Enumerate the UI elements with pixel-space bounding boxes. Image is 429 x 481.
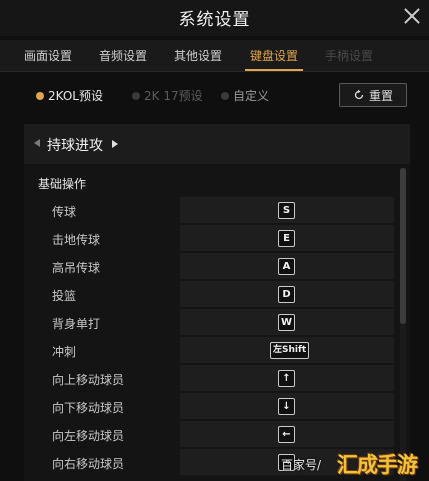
action-label: 传球	[52, 205, 77, 219]
action-label: 高吊传球	[52, 261, 101, 275]
tab-graphics[interactable]: 画面设置	[24, 47, 72, 64]
watermark-text: 百家号/	[281, 458, 322, 472]
active-tab-indicator	[245, 69, 303, 71]
watermark-logo: 汇成手游	[337, 453, 418, 477]
preset-2kol[interactable]: 2KOL预设	[36, 87, 103, 104]
scrollbar[interactable]	[400, 168, 406, 481]
action-label: 冲刺	[52, 345, 77, 359]
title-bar: 系统设置	[0, 0, 429, 36]
refresh-icon	[354, 89, 364, 100]
key-cap[interactable]: ↑	[278, 370, 295, 387]
action-label: 向下移动球员	[52, 401, 125, 415]
key-cap[interactable]: 左Shift	[270, 342, 310, 359]
keybinding-row: 向上移动球员 ↑	[24, 364, 396, 392]
settings-tabs: 画面设置 音频设置 其他设置 键盘设置 手柄设置	[0, 40, 429, 72]
preset-2k17[interactable]: 2K 17预设	[132, 87, 203, 104]
category-header: 持球进攻	[24, 124, 410, 164]
key-cap[interactable]: W	[278, 314, 295, 331]
keybinding-row: 高吊传球 A	[24, 252, 396, 280]
action-label: 背身单打	[52, 317, 101, 331]
close-icon[interactable]	[401, 5, 423, 27]
key-cap[interactable]: A	[278, 258, 295, 275]
reset-label: 重置	[368, 88, 393, 103]
keybinding-row: 背身单打 W	[24, 308, 396, 336]
action-label: 击地传球	[52, 233, 101, 247]
action-label: 向左移动球员	[52, 429, 125, 443]
keybinding-row: 向左移动球员 ←	[24, 420, 396, 448]
key-cap[interactable]: S	[278, 202, 295, 219]
action-label: 向上移动球员	[52, 373, 125, 387]
radio-selected-icon	[36, 91, 44, 100]
keybinding-row: 投篮 D	[24, 280, 396, 308]
keybinding-row: 传球 S	[24, 196, 396, 224]
prev-category-icon[interactable]	[34, 139, 40, 147]
scrollbar-thumb[interactable]	[400, 168, 406, 324]
category-title: 持球进攻	[47, 138, 103, 154]
key-cap[interactable]: D	[278, 286, 295, 303]
tab-keyboard[interactable]: 键盘设置	[250, 47, 298, 64]
key-cap[interactable]: E	[278, 230, 295, 247]
key-cap[interactable]: ↓	[278, 398, 295, 415]
tab-other[interactable]: 其他设置	[174, 47, 222, 64]
keybinding-panel: 持球进攻 基础操作 传球 S 击地传球 E 高吊传球 A 投篮 D 背身单打 W…	[24, 124, 410, 481]
keybinding-row: 冲刺 左Shift	[24, 336, 396, 364]
reset-button[interactable]: 重置	[339, 83, 407, 107]
keybinding-row: 击地传球 E	[24, 224, 396, 252]
tab-audio[interactable]: 音频设置	[99, 47, 147, 64]
radio-icon	[221, 91, 229, 100]
action-label: 向右移动球员	[52, 457, 125, 471]
tab-gamepad[interactable]: 手柄设置	[325, 47, 373, 64]
preset-label: 2KOL预设	[48, 89, 103, 103]
preset-label: 2K 17预设	[144, 89, 203, 103]
next-category-icon[interactable]	[112, 140, 118, 148]
preset-custom[interactable]: 自定义	[221, 87, 269, 104]
action-label: 投篮	[52, 289, 77, 303]
preset-label: 自定义	[233, 89, 270, 103]
window-title: 系统设置	[178, 10, 251, 30]
section-title: 基础操作	[38, 177, 87, 191]
radio-icon	[132, 91, 140, 100]
key-cap[interactable]: ←	[278, 426, 295, 443]
keybinding-row: 向下移动球员 ↓	[24, 392, 396, 420]
